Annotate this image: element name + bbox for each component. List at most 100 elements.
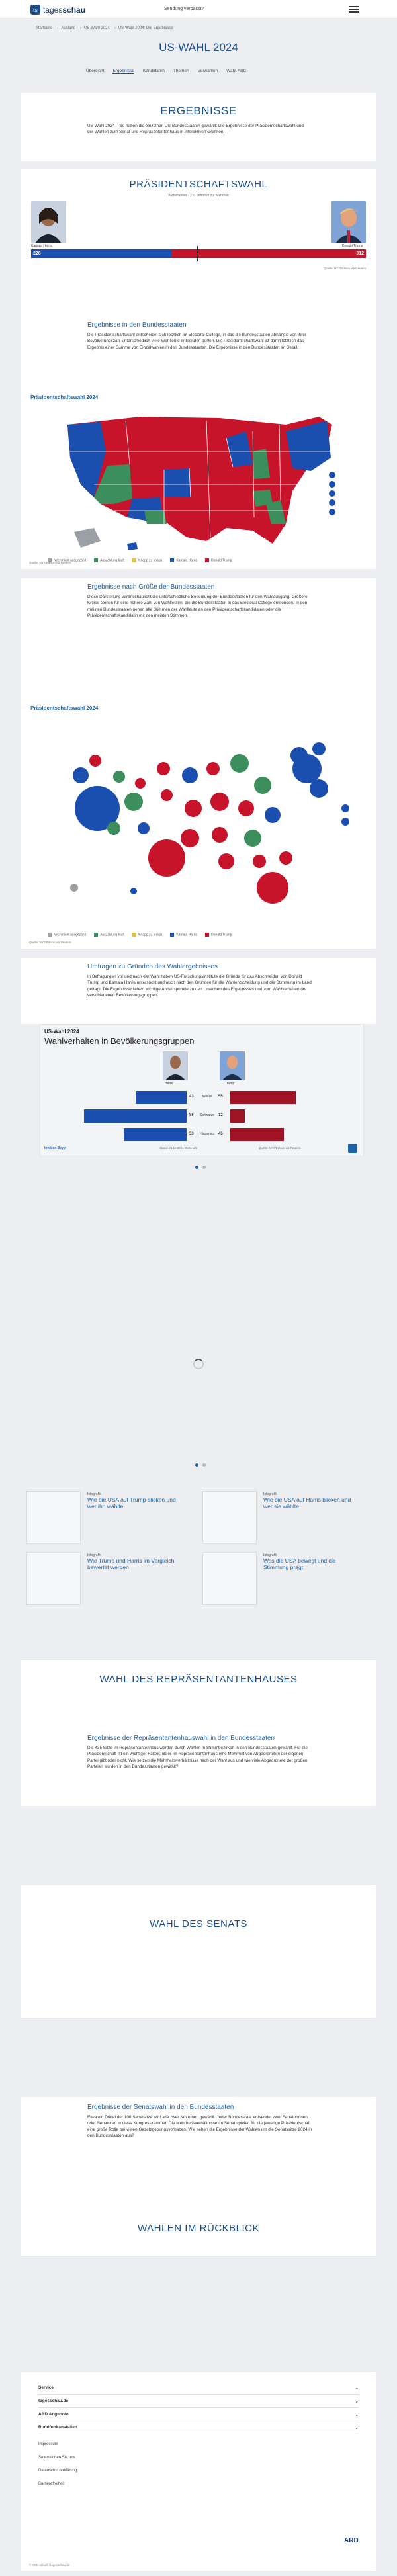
logo-text-bold: schau bbox=[62, 5, 86, 15]
umfragen-text: In Befragungen vor und nach der Wahl hab… bbox=[87, 974, 312, 998]
teaser-title: Wie die USA auf Trump blicken und wer ih… bbox=[87, 1496, 176, 1510]
harris-bar: 226 bbox=[31, 249, 172, 258]
tab-uebersicht[interactable]: Übersicht bbox=[86, 69, 104, 74]
bundesstaaten-text: Die Präsidentschaftswahl entscheidet sic… bbox=[87, 333, 307, 350]
praes-source: Quelle: NYT/Edison via Reuters bbox=[324, 267, 366, 270]
footer-tagesschau[interactable]: tagesschau.de ⌄ bbox=[38, 2395, 359, 2408]
trump-share-bar bbox=[230, 1109, 245, 1123]
trump-share-value: 12 bbox=[218, 1113, 223, 1117]
harris-share-value: 43 bbox=[189, 1095, 194, 1099]
bubble-source: Quelle: NYT/Edison via Reuters bbox=[29, 941, 71, 944]
haus-subtitle: Ergebnisse der Repräsentantenhauswahl in… bbox=[87, 1735, 275, 1742]
senat-subtitle: Ergebnisse der Senatswahl in den Bundess… bbox=[87, 2104, 234, 2111]
ergebnisse-section: ERGEBNISSE US-Wahl 2024 – So haben die e… bbox=[21, 93, 376, 161]
umfragen-section: Umfragen zu Gründen des Wahlergebnisses … bbox=[21, 958, 376, 1024]
rueckblick-title: WAHLEN IM RÜCKBLICK bbox=[138, 2223, 259, 2234]
wahlverhalten-widget: US-Wahl 2024 Wahlverhalten in Bevölkerun… bbox=[40, 1024, 364, 1156]
menu-icon[interactable] bbox=[349, 6, 359, 13]
breadcrumb-item: US-Wahl 2024: Die Ergebnisse bbox=[118, 26, 173, 30]
teaser-thumbnail bbox=[202, 1552, 257, 1605]
harris-label: Harris bbox=[165, 1082, 174, 1086]
ard-logo[interactable]: ARD bbox=[344, 2537, 359, 2544]
tab-ergebnisse[interactable]: Ergebnisse bbox=[112, 69, 134, 74]
trump-share-bar bbox=[230, 1091, 296, 1104]
infobox-link[interactable]: Infobox-Beyp bbox=[44, 1146, 66, 1150]
trump-small-portrait bbox=[220, 1051, 245, 1080]
teaser-title: Wie die USA auf Harris blicken und wer s… bbox=[263, 1496, 351, 1510]
trump-portrait bbox=[331, 201, 366, 243]
infografik-teaser[interactable]: Infografik Wie Trump und Harris im Vergle… bbox=[26, 1552, 183, 1608]
ergebnisse-title: ERGEBNISSE bbox=[160, 105, 237, 117]
groesse-text: Diese Darstellung veranschaulicht die un… bbox=[87, 595, 308, 618]
expand-icon[interactable] bbox=[348, 1144, 357, 1153]
senat-section: Ergebnisse der Senatswahl in den Bundess… bbox=[21, 2097, 376, 2176]
trump-votes: 312 bbox=[356, 251, 364, 256]
infografik-teaser[interactable]: Infografik Was die USA bewegt und die Sti… bbox=[202, 1552, 359, 1608]
bubble-legend: Noch nicht ausgezählt Auszählung läuft K… bbox=[48, 933, 232, 937]
sendung-verpasst-link[interactable]: Sendung verpasst? bbox=[164, 7, 204, 11]
tab-wahl-abc[interactable]: Wahl-ABC bbox=[226, 69, 246, 74]
legend-item: Knapp zu knapp bbox=[132, 558, 162, 562]
teaser-title: Was die USA bewegt und die Stimmung präg… bbox=[263, 1557, 336, 1571]
trump-label: Trump bbox=[225, 1082, 235, 1086]
footer-rundfunkanstalten[interactable]: Rundfunkanstalten ⌄ bbox=[38, 2421, 359, 2434]
trump-share-value: 55 bbox=[218, 1095, 223, 1099]
groesse-section: Ergebnisse nach Größe der Bundesstaaten … bbox=[21, 578, 376, 949]
teaser-thumbnail bbox=[26, 1491, 81, 1544]
harris-small-portrait bbox=[163, 1051, 188, 1080]
breadcrumb-item[interactable]: Ausland bbox=[61, 26, 75, 30]
group-label: Hispanics bbox=[200, 1132, 214, 1136]
tagesschau-logo[interactable]: ts tagesschau bbox=[30, 5, 85, 15]
bubble-map[interactable] bbox=[34, 729, 365, 921]
footer-ard-angebote[interactable]: ARD Angebote ⌄ bbox=[38, 2408, 359, 2421]
us-state-map[interactable] bbox=[54, 411, 359, 556]
harris-portrait bbox=[31, 201, 66, 243]
footer-service[interactable]: Service ⌄ bbox=[38, 2382, 359, 2395]
harris-name: Kamala Harris bbox=[31, 244, 52, 248]
map-title: Präsidentschaftswahl 2024 bbox=[30, 394, 99, 400]
infografik-teaser[interactable]: Infografik Wie die USA auf Trump blicken … bbox=[26, 1491, 183, 1547]
carousel-dots[interactable] bbox=[193, 1164, 208, 1170]
page-title: US-WAHL 2024 bbox=[159, 41, 238, 54]
carousel-dots-2[interactable] bbox=[193, 1462, 208, 1468]
haus-text: Die 435 Sitze im Repräsentantenhaus werd… bbox=[87, 1746, 308, 1769]
copyright: © ARD-aktuell / tagesschau.de bbox=[29, 2563, 70, 2567]
tab-kandidaten[interactable]: Kandidaten bbox=[143, 69, 165, 74]
praesidentschaftswahl-section: PRÄSIDENTSCHAFTSWAHL Wahlmänner · 270 St… bbox=[21, 169, 376, 314]
breadcrumb: Startseite › Ausland › US-Wahl 2024 › US-Wa… bbox=[36, 26, 173, 30]
teaser-thumbnail bbox=[26, 1552, 81, 1605]
tab-themen[interactable]: Themen bbox=[173, 69, 189, 74]
harris-votes: 226 bbox=[33, 251, 41, 256]
trump-share-value: 45 bbox=[218, 1132, 223, 1136]
rueckblick-section: WAHLEN IM RÜCKBLICK bbox=[21, 2176, 376, 2256]
chevron-down-icon: ⌄ bbox=[355, 2399, 359, 2404]
infografik-teaser[interactable]: Infografik Wie die USA auf Harris blicken… bbox=[202, 1491, 359, 1547]
footer-datenschutz[interactable]: Datenschutzerklärung bbox=[38, 2469, 77, 2473]
widget-kicker: US-Wahl 2024 bbox=[44, 1029, 79, 1035]
trump-bar: 312 bbox=[171, 249, 366, 258]
tab-verwahlen[interactable]: Verwahlen bbox=[198, 69, 218, 74]
ergebnisse-intro: US-Wahl 2024 – So haben die einzelnen US… bbox=[87, 124, 304, 135]
harris-share-value: 86 bbox=[189, 1113, 194, 1117]
footer-barrierefreiheit[interactable]: Barrierefreiheit bbox=[38, 2482, 64, 2486]
legend-item: Knapp zu knapp bbox=[132, 933, 162, 937]
breadcrumb-item[interactable]: US-Wahl 2024 bbox=[84, 26, 110, 30]
breadcrumb-item[interactable]: Startseite bbox=[36, 26, 52, 30]
legend-item: Auszählung läuft bbox=[94, 558, 124, 562]
footer-kontakt[interactable]: So erreichen Sie uns bbox=[38, 2456, 75, 2460]
map-source: Quelle: NYT/Edison via Reuters bbox=[29, 561, 71, 564]
senat-title-section: WAHL DES SENATS bbox=[21, 1885, 376, 2018]
haus-section: Ergebnisse der Repräsentantenhauswahl in… bbox=[21, 1700, 376, 1806]
teaser-title: Wie Trump und Harris im Vergleich bewert… bbox=[87, 1557, 175, 1571]
bundesstaaten-section: Ergebnisse in den Bundesstaaten Die Präs… bbox=[21, 314, 376, 569]
harris-share-bar bbox=[84, 1109, 187, 1123]
senat-text: Etwa ein Drittel der 100 Senatsitze wird… bbox=[87, 2115, 312, 2138]
site-header: ts tagesschau Sendung verpasst? bbox=[0, 0, 397, 19]
legend-item: Donald Trump bbox=[205, 933, 232, 937]
trump-name: Donald Trump bbox=[342, 244, 363, 248]
groesse-title: Ergebnisse nach Größe der Bundesstaaten bbox=[87, 583, 215, 591]
group-label: Schwarze bbox=[200, 1113, 214, 1117]
footer-impressum[interactable]: Impressum bbox=[38, 2442, 58, 2446]
chevron-down-icon: ⌄ bbox=[355, 2425, 359, 2430]
bundesstaaten-title: Ergebnisse in den Bundesstaaten bbox=[87, 322, 187, 329]
